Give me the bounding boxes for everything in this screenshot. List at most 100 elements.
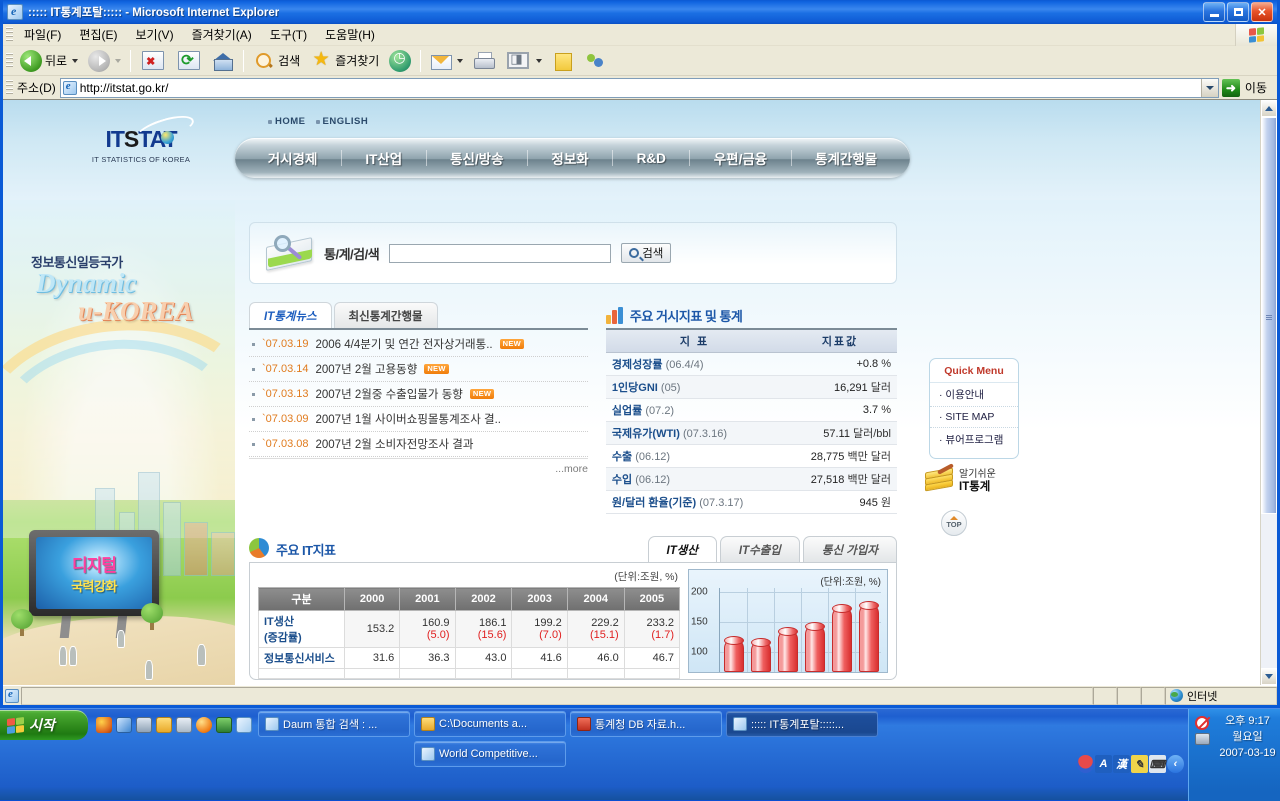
search-submit-button[interactable]: 검색 xyxy=(621,243,671,263)
history-button[interactable] xyxy=(384,48,416,74)
nav-item-macro[interactable]: 거시경제 xyxy=(262,148,324,168)
mail-button[interactable] xyxy=(425,48,468,74)
quick-menu-item-viewer[interactable]: · 뷰어프로그램 xyxy=(930,427,1018,451)
green-app-icon[interactable] xyxy=(216,717,232,733)
internet-explorer-icon[interactable] xyxy=(236,717,252,733)
news-more-link[interactable]: ...more xyxy=(249,458,588,475)
minimize-button[interactable] xyxy=(1203,2,1225,22)
task-button-documents[interactable]: C:\Documents a... xyxy=(414,711,566,737)
status-slot-2 xyxy=(1117,687,1141,705)
site-logo[interactable]: ITSTAT IT STATISTICS OF KOREA xyxy=(81,126,201,164)
messenger-button[interactable] xyxy=(579,48,611,74)
scrollbar-track[interactable] xyxy=(1261,117,1277,668)
vertical-scrollbar[interactable] xyxy=(1260,100,1277,685)
it-cell: 160.9(5.0) xyxy=(400,611,455,648)
task-button-kostat[interactable]: 통계청 DB 자료.h... xyxy=(570,711,722,737)
stop-button[interactable] xyxy=(135,48,171,74)
media-player-icon[interactable] xyxy=(96,717,112,733)
sun-icon[interactable] xyxy=(196,717,212,733)
ime-keyboard-icon[interactable]: ⌨ xyxy=(1149,755,1166,773)
task-button-daum[interactable]: Daum 통합 검색 : ... xyxy=(258,711,410,737)
notes-button[interactable] xyxy=(547,48,579,74)
calculator-icon[interactable] xyxy=(176,717,192,733)
menu-view[interactable]: 보기(V) xyxy=(126,23,182,46)
tab-it-stat-news[interactable]: IT통계뉴스 xyxy=(249,302,332,328)
menu-favorites[interactable]: 즐겨찾기(A) xyxy=(183,23,261,46)
tab-it-production[interactable]: IT생산 xyxy=(648,536,717,562)
it-cell: 233.2(1.7) xyxy=(624,611,679,648)
network-icon[interactable] xyxy=(1195,733,1210,745)
nav-item-telecom[interactable]: 통신/방송 xyxy=(444,148,509,168)
toolbar-grip[interactable] xyxy=(6,53,13,69)
print-button[interactable] xyxy=(468,48,500,74)
search-toolbar-button[interactable]: 검색 xyxy=(248,48,305,74)
clock[interactable]: 오후 9:17 월요일 2007-03-19 xyxy=(1215,713,1280,801)
address-grip[interactable] xyxy=(6,80,13,96)
pc-icon[interactable] xyxy=(136,717,152,733)
tab-telecom-subscribers[interactable]: 통신 가입자 xyxy=(803,536,897,562)
menu-grip[interactable] xyxy=(6,27,13,43)
english-bullet-icon xyxy=(316,120,320,124)
scroll-down-button[interactable] xyxy=(1261,668,1277,685)
billboard[interactable]: 디지털 국력강화 xyxy=(29,530,159,616)
task-button-world-competitive[interactable]: World Competitive... xyxy=(414,741,566,767)
list-item[interactable]: `07.03.08 2007년 2월 소비자전망조사 결과 xyxy=(249,432,588,457)
it-col-2003: 2003 xyxy=(512,588,567,611)
scrollbar-thumb[interactable] xyxy=(1261,117,1277,514)
forward-button[interactable] xyxy=(83,48,126,74)
forward-dropdown-caret-icon[interactable] xyxy=(115,59,121,63)
nav-item-rnd[interactable]: R&D xyxy=(631,151,672,166)
go-button[interactable]: ➜ 이동 xyxy=(1219,79,1277,97)
close-button[interactable]: ✕ xyxy=(1251,2,1273,22)
list-item[interactable]: `07.03.13 2007년 2월중 수출입물가 동향 NEW xyxy=(249,382,588,407)
quick-menu-item-guide[interactable]: · 이용안내 xyxy=(930,383,1018,406)
blocked-icon[interactable] xyxy=(1195,716,1209,730)
easy-it-stat-banner[interactable]: 알기쉬운 IT통계 xyxy=(925,469,1035,494)
ie-window-icon[interactable] xyxy=(7,4,23,20)
maximize-button[interactable] xyxy=(1227,2,1249,22)
refresh-button[interactable] xyxy=(171,48,207,74)
printer-icon xyxy=(473,50,495,72)
mail-dropdown-caret-icon[interactable] xyxy=(457,59,463,63)
folder-icon[interactable] xyxy=(156,717,172,733)
list-item[interactable]: `07.03.19 2006 4/4분기 및 연간 전자상거래통.. NEW xyxy=(249,332,588,357)
back-button[interactable]: 뒤로 xyxy=(15,48,83,74)
address-input[interactable]: http://itstat.go.kr/ xyxy=(60,78,1219,98)
ime-pen-icon[interactable]: ✎ xyxy=(1131,755,1148,773)
home-link[interactable]: HOME xyxy=(268,116,306,127)
edit-dropdown-caret-icon[interactable] xyxy=(536,59,542,63)
start-button[interactable]: 시작 xyxy=(0,710,88,740)
ime-collapse-icon[interactable]: ‹ xyxy=(1167,755,1184,773)
menu-tools[interactable]: 도구(T) xyxy=(261,23,316,46)
tab-latest-publications[interactable]: 최신통계간행물 xyxy=(334,302,438,328)
scroll-to-top-button[interactable]: TOP xyxy=(941,510,967,536)
home-button[interactable] xyxy=(207,48,239,74)
back-dropdown-caret-icon[interactable] xyxy=(72,59,78,63)
tab-it-trade[interactable]: IT수출입 xyxy=(720,536,800,562)
ime-alpha-icon[interactable]: A xyxy=(1095,755,1112,773)
menu-file[interactable]: 파일(F) xyxy=(15,23,70,46)
nav-item-post-finance[interactable]: 우편/금융 xyxy=(708,148,773,168)
favorites-toolbar-button[interactable]: ★ 즐겨찾기 xyxy=(305,48,384,74)
ime-hanja-icon[interactable]: 漢 xyxy=(1113,755,1130,773)
show-desktop-icon[interactable] xyxy=(116,717,132,733)
search-input[interactable] xyxy=(389,244,611,263)
nav-item-it-industry[interactable]: IT산업 xyxy=(359,148,408,168)
macro-col-indicator: 지 표 xyxy=(606,329,783,353)
nav-item-publications[interactable]: 통계간행물 xyxy=(809,148,883,168)
menu-edit[interactable]: 편집(E) xyxy=(70,23,126,46)
chart-plot-area xyxy=(719,588,881,672)
address-dropdown-button[interactable] xyxy=(1201,79,1218,97)
list-item[interactable]: `07.03.14 2007년 2월 고용동향 NEW xyxy=(249,357,588,382)
nav-item-informatization[interactable]: 정보화 xyxy=(545,148,594,168)
quick-menu-item-sitemap[interactable]: · SITE MAP xyxy=(930,406,1018,427)
it-row-label-production: IT생산(증감률) xyxy=(259,611,345,648)
ime-korean-icon[interactable] xyxy=(1077,755,1094,773)
menu-help[interactable]: 도움말(H) xyxy=(316,23,384,46)
scroll-up-button[interactable] xyxy=(1261,100,1277,117)
edit-button[interactable] xyxy=(500,48,547,74)
list-item[interactable]: `07.03.09 2007년 1월 사이버쇼핑몰통계조사 결.. xyxy=(249,407,588,432)
english-link[interactable]: ENGLISH xyxy=(316,116,369,127)
task-button-itstat-active[interactable]: ::::: IT통계포탈:::::... xyxy=(726,711,878,737)
it-col-category: 구분 xyxy=(259,588,345,611)
